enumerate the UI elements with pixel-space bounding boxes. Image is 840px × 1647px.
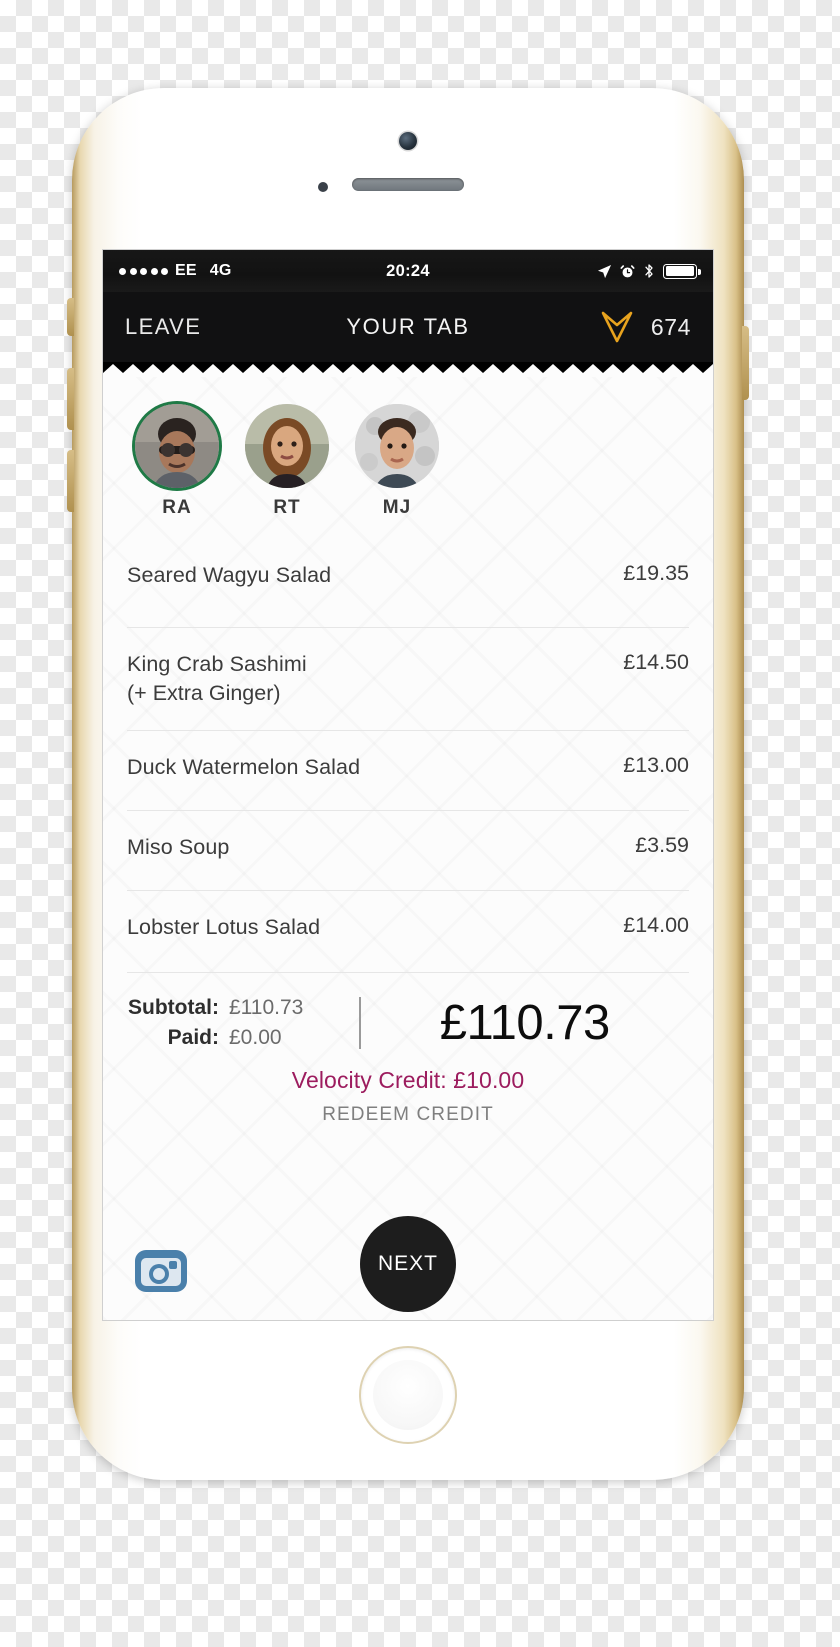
avatar[interactable] [355, 404, 439, 488]
location-arrow-icon [597, 264, 612, 279]
order-item-name-block: Miso Soup [127, 833, 229, 862]
guest-initials: RT [273, 497, 301, 518]
order-item-row[interactable]: Lobster Lotus Salad £14.00 [127, 890, 689, 970]
order-item-modifier: (+ Extra Ginger) [127, 681, 281, 706]
order-item-row[interactable]: King Crab Sashimi (+ Extra Ginger) £14.5… [127, 627, 689, 730]
power-button[interactable] [742, 326, 749, 400]
order-item-price: £14.50 [623, 650, 689, 674]
bluetooth-icon [643, 263, 655, 279]
totals-breakdown: Subtotal: £110.73 Paid: £0.00 [127, 993, 359, 1053]
order-item-name: Lobster Lotus Salad [127, 915, 321, 940]
order-item-name: Seared Wagyu Salad [127, 563, 332, 587]
order-item-row[interactable]: Seared Wagyu Salad £19.35 [127, 547, 689, 627]
subtotal-label: Subtotal: [128, 996, 219, 1020]
redeem-credit-button[interactable]: REDEEM CREDIT [127, 1104, 689, 1126]
front-camera-icon [399, 132, 417, 150]
ios-status-bar: EE 4G 20:24 [103, 250, 713, 292]
receipt-torn-edge [103, 362, 713, 377]
paid-value: £0.00 [229, 1026, 282, 1050]
guest-avatar-item[interactable]: RT [245, 404, 329, 519]
paid-label: Paid: [167, 1026, 219, 1050]
next-button[interactable]: NEXT [360, 1216, 456, 1312]
guest-avatar-item[interactable]: MJ [355, 404, 439, 519]
grand-total-amount: £110.73 [439, 996, 610, 1051]
velocity-chevron-logo-icon [601, 310, 633, 344]
order-item-name: Duck Watermelon Salad [127, 755, 361, 780]
bottom-action-bar: NEXT [127, 1196, 689, 1320]
iphone-device: EE 4G 20:24 LEAVE YOUR TAB 674 RA RT MJ … [67, 88, 749, 1480]
avatar[interactable] [135, 404, 219, 488]
order-item-price: £14.00 [623, 913, 689, 938]
order-item-name-block: King Crab Sashimi (+ Extra Ginger) [127, 650, 307, 708]
instagram-share-button[interactable] [133, 1242, 189, 1298]
device-top-hardware [72, 88, 744, 240]
velocity-credit-label: Velocity Credit: £10.00 [291, 1067, 525, 1094]
network-type-label: 4G [209, 262, 232, 279]
proximity-sensor [318, 182, 328, 192]
order-item-name-block: Lobster Lotus Salad [127, 913, 320, 942]
nav-bar-right: 674 [601, 310, 691, 344]
status-bar-left: EE 4G [119, 262, 232, 280]
earpiece-speaker [352, 178, 464, 191]
order-items-list: Seared Wagyu Salad £19.35 King Crab Sash… [127, 547, 689, 970]
instagram-icon [133, 1242, 189, 1298]
order-item-name-block: Seared Wagyu Salad [127, 561, 331, 590]
guest-initials: MJ [382, 497, 412, 518]
receipt-panel: RA RT MJ Seared Wagyu Salad £19.35 King … [103, 362, 713, 1320]
order-item-price: £19.35 [623, 561, 689, 585]
table-number: 674 [650, 313, 691, 340]
alarm-clock-icon [620, 264, 635, 279]
avatar[interactable] [245, 404, 329, 488]
leave-button[interactable]: LEAVE [125, 314, 201, 340]
guest-initials: RA [162, 497, 192, 518]
carrier-label: EE [175, 262, 197, 279]
order-item-row[interactable]: Miso Soup £3.59 [127, 810, 689, 890]
signal-strength-dots-icon [119, 267, 168, 275]
guest-avatar-list: RA RT MJ [127, 390, 689, 525]
volume-up-button[interactable] [67, 368, 74, 430]
subtotal-row: Subtotal: £110.73 [127, 993, 337, 1023]
order-item-name: King Crab Sashimi [127, 652, 307, 676]
phone-screen: EE 4G 20:24 LEAVE YOUR TAB 674 RA RT MJ … [103, 250, 713, 1320]
subtotal-value: £110.73 [229, 996, 304, 1020]
order-item-row[interactable]: Duck Watermelon Salad £13.00 [127, 730, 689, 810]
app-nav-bar: LEAVE YOUR TAB 674 [103, 292, 713, 362]
status-bar-right [597, 263, 701, 279]
receipt-content: RA RT MJ Seared Wagyu Salad £19.35 King … [103, 362, 713, 1320]
order-item-name: Miso Soup [127, 835, 230, 860]
guest-avatar-item[interactable]: RA [135, 404, 219, 519]
volume-down-button[interactable] [67, 450, 74, 512]
order-item-price: £3.59 [635, 833, 689, 858]
order-item-price: £13.00 [623, 753, 689, 778]
home-button[interactable] [359, 1346, 457, 1444]
order-item-name-block: Duck Watermelon Salad [127, 753, 360, 782]
totals-section: Subtotal: £110.73 Paid: £0.00 £110.73 [127, 972, 689, 1059]
paid-row: Paid: £0.00 [127, 1023, 337, 1053]
battery-icon [663, 263, 701, 279]
mute-switch[interactable] [67, 298, 74, 336]
